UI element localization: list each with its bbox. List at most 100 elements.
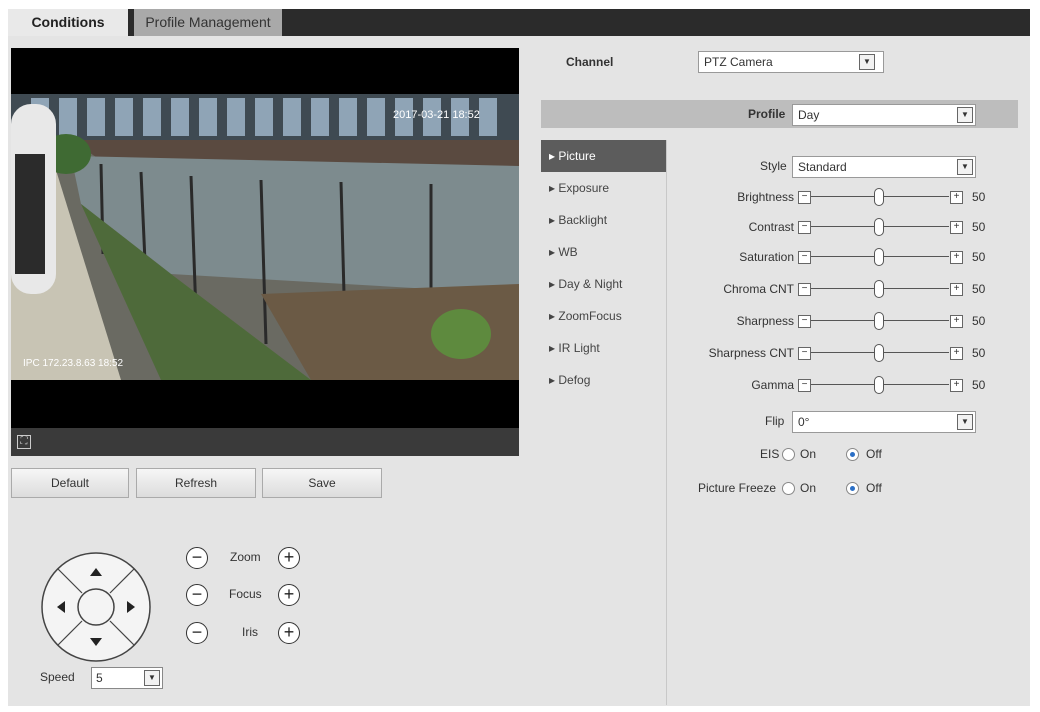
chroma-cnt-value: 50 xyxy=(972,282,986,296)
sharpness-slider-handle[interactable] xyxy=(874,312,884,330)
picture-freeze-off-label: Off xyxy=(866,481,882,495)
flip-select[interactable]: 0° ▼ xyxy=(792,411,976,433)
menu-item-exposure[interactable]: ▸ Exposure xyxy=(541,172,666,204)
contrast-increase-button[interactable]: + xyxy=(950,221,963,234)
eis-on-label: On xyxy=(800,447,817,461)
channel-label: Channel xyxy=(566,55,614,69)
chevron-down-icon[interactable]: ▼ xyxy=(957,107,973,123)
zoom-minus-button[interactable]: − xyxy=(186,547,208,569)
osd-timestamp: 2017-03-21 18:52 xyxy=(393,109,480,121)
channel-value: PTZ Camera xyxy=(704,55,773,69)
sharpness-cnt-slider-row: Sharpness CNT − +50 xyxy=(680,342,1020,366)
sharpness-increase-button[interactable]: + xyxy=(950,315,963,328)
sharpness-slider-row: Sharpness − +50 xyxy=(680,310,1020,334)
fullscreen-icon[interactable]: ⛶ xyxy=(17,435,31,449)
chroma-cnt-decrease-button[interactable]: − xyxy=(798,283,811,296)
menu-item-picture[interactable]: ▸ Picture xyxy=(541,140,666,172)
iris-control: − Iris + xyxy=(186,622,316,644)
style-select[interactable]: Standard ▼ xyxy=(792,156,976,178)
menu-divider xyxy=(666,140,667,705)
chroma-cnt-slider-handle[interactable] xyxy=(874,280,884,298)
picture-freeze-on-radio[interactable] xyxy=(782,482,795,495)
zoom-plus-button[interactable]: + xyxy=(278,547,300,569)
brightness-value: 50 xyxy=(972,190,986,204)
contrast-decrease-button[interactable]: − xyxy=(798,221,811,234)
tab-profile-management[interactable]: Profile Management xyxy=(134,9,282,36)
profile-select[interactable]: Day ▼ xyxy=(792,104,976,126)
focus-plus-button[interactable]: + xyxy=(278,584,300,606)
saturation-slider-handle[interactable] xyxy=(874,248,884,266)
zoom-label: Zoom xyxy=(230,550,261,564)
menu-item-defog[interactable]: ▸ Defog xyxy=(541,364,666,396)
eis-off-radio[interactable] xyxy=(846,448,859,461)
menu-item-backlight[interactable]: ▸ Backlight xyxy=(541,204,666,236)
video-toolbar: ⛶ xyxy=(11,428,519,456)
osd-channel-name: IPC 172.23.8.63 18:52 xyxy=(23,358,124,369)
style-value: Standard xyxy=(798,160,847,174)
contrast-value: 50 xyxy=(972,220,986,234)
sharpness-value: 50 xyxy=(972,314,986,328)
picture-freeze-label: Picture Freeze xyxy=(698,481,777,495)
iris-minus-button[interactable]: − xyxy=(186,622,208,644)
picture-freeze-on-label: On xyxy=(800,481,817,495)
sharpness-decrease-button[interactable]: − xyxy=(798,315,811,328)
brightness-label: Brightness xyxy=(737,190,794,204)
zoom-control: − Zoom + xyxy=(186,547,316,569)
eis-off-label: Off xyxy=(866,447,882,461)
brightness-increase-button[interactable]: + xyxy=(950,191,963,204)
ptz-direction-pad[interactable] xyxy=(40,551,152,663)
save-button[interactable]: Save xyxy=(262,468,382,498)
chevron-down-icon[interactable]: ▼ xyxy=(957,159,973,175)
picture-freeze-off-radio[interactable] xyxy=(846,482,859,495)
default-button[interactable]: Default xyxy=(11,468,129,498)
focus-control: − Focus + xyxy=(186,584,316,606)
gamma-slider-handle[interactable] xyxy=(874,376,884,394)
menu-item-day-night[interactable]: ▸ Day & Night xyxy=(541,268,666,300)
refresh-button[interactable]: Refresh xyxy=(136,468,256,498)
gamma-decrease-button[interactable]: − xyxy=(798,379,811,392)
menu-item-wb[interactable]: ▸ WB xyxy=(541,236,666,268)
gamma-label: Gamma xyxy=(751,378,794,392)
profile-value: Day xyxy=(798,108,820,122)
saturation-increase-button[interactable]: + xyxy=(950,251,963,264)
focus-minus-button[interactable]: − xyxy=(186,584,208,606)
contrast-slider-row: Contrast − +50 xyxy=(680,216,1020,240)
brightness-slider-handle[interactable] xyxy=(874,188,884,206)
gamma-slider-row: Gamma − +50 xyxy=(680,374,1020,398)
saturation-label: Saturation xyxy=(739,250,794,264)
channel-select[interactable]: PTZ Camera ▼ xyxy=(698,51,884,73)
tab-conditions[interactable]: Conditions xyxy=(8,9,128,36)
menu-item-ir-light[interactable]: ▸ IR Light xyxy=(541,332,666,364)
saturation-decrease-button[interactable]: − xyxy=(798,251,811,264)
speed-value: 5 xyxy=(96,671,103,685)
chevron-down-icon[interactable]: ▼ xyxy=(859,54,875,70)
ptz-center-button xyxy=(77,588,115,626)
chevron-down-icon[interactable]: ▼ xyxy=(144,670,160,686)
gamma-increase-button[interactable]: + xyxy=(950,379,963,392)
style-label: Style xyxy=(760,159,787,173)
brightness-decrease-button[interactable]: − xyxy=(798,191,811,204)
sharpness-cnt-label: Sharpness CNT xyxy=(708,346,794,360)
chroma-cnt-label: Chroma CNT xyxy=(723,282,794,296)
gamma-value: 50 xyxy=(972,378,986,392)
speed-label: Speed xyxy=(40,670,75,684)
sharpness-label: Sharpness xyxy=(736,314,794,328)
contrast-slider-handle[interactable] xyxy=(874,218,884,236)
eis-label: EIS xyxy=(760,447,780,461)
chroma-cnt-increase-button[interactable]: + xyxy=(950,283,963,296)
sharpness-cnt-increase-button[interactable]: + xyxy=(950,347,963,360)
chevron-down-icon[interactable]: ▼ xyxy=(957,414,973,430)
contrast-label: Contrast xyxy=(748,220,794,234)
speed-select[interactable]: 5 ▼ xyxy=(91,667,163,689)
sharpness-cnt-slider-handle[interactable] xyxy=(874,344,884,362)
menu-item-zoomfocus[interactable]: ▸ ZoomFocus xyxy=(541,300,666,332)
eis-on-radio[interactable] xyxy=(782,448,795,461)
iris-plus-button[interactable]: + xyxy=(278,622,300,644)
sharpness-cnt-decrease-button[interactable]: − xyxy=(798,347,811,360)
saturation-slider-row: Saturation − +50 xyxy=(680,246,1020,270)
iris-label: Iris xyxy=(242,625,258,639)
video-preview: 2017-03-21 18:52 IPC 172.23.8.63 18:52 xyxy=(11,48,519,428)
saturation-value: 50 xyxy=(972,250,986,264)
chroma-cnt-slider-row: Chroma CNT − +50 xyxy=(680,278,1020,302)
flip-value: 0° xyxy=(798,415,810,429)
